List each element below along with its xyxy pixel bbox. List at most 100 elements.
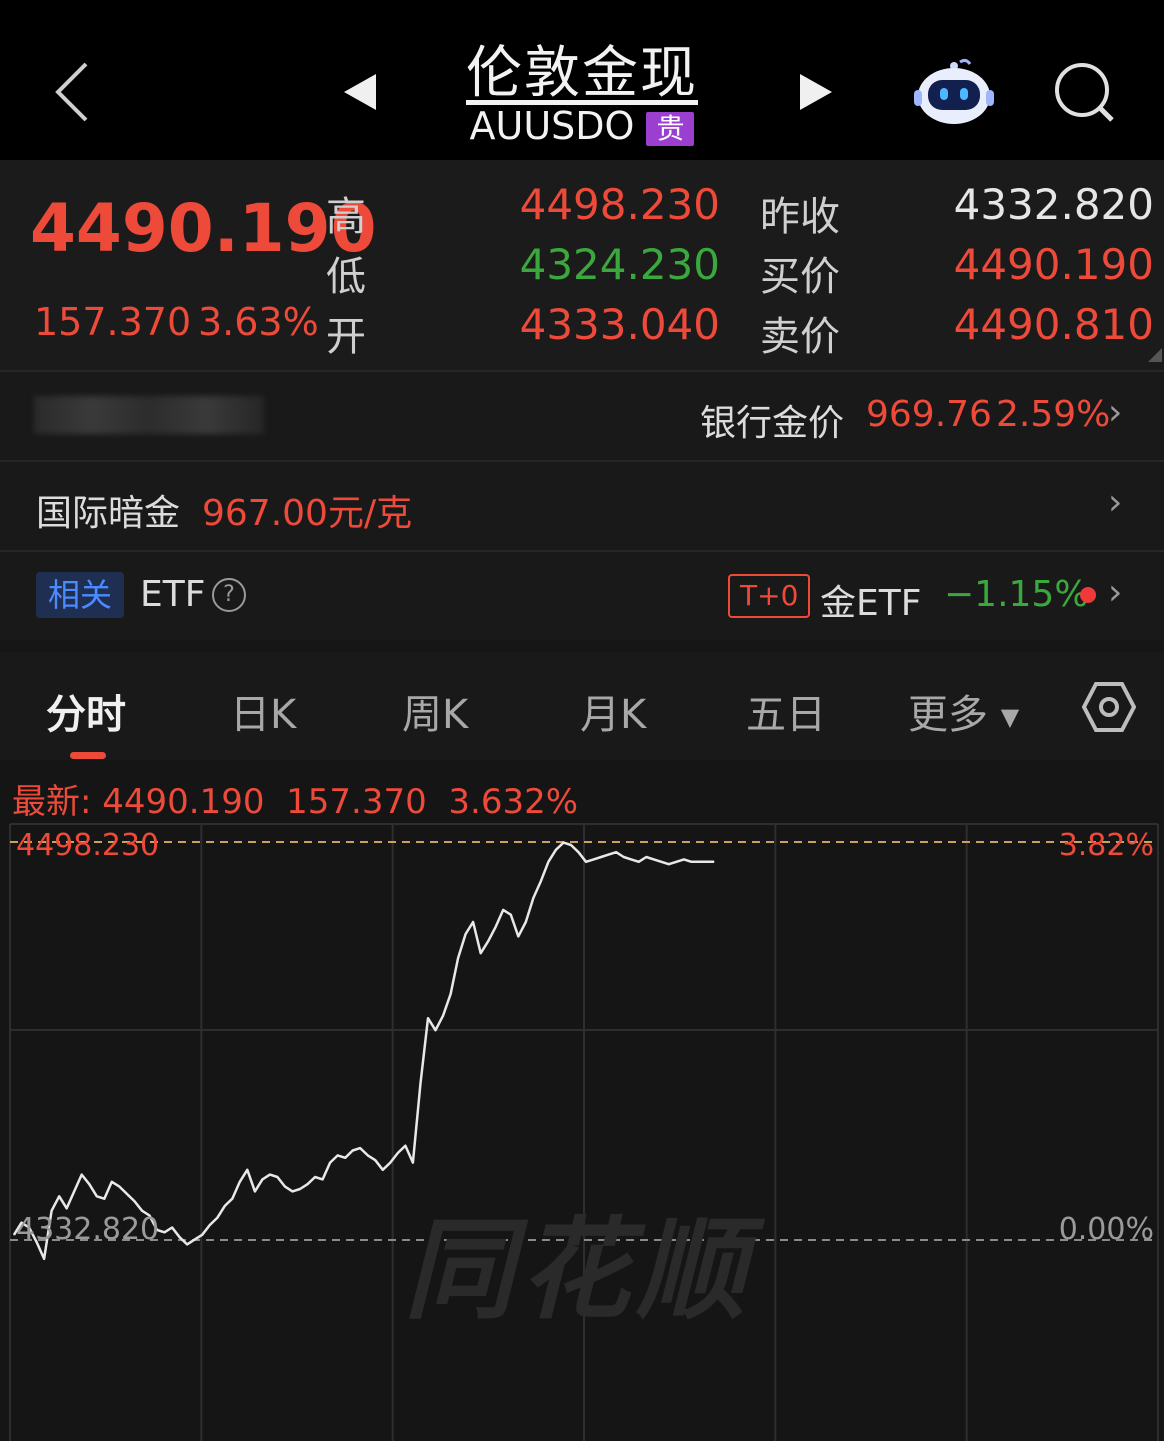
next-stock-icon[interactable] — [796, 72, 836, 116]
price-point — [668, 863, 670, 865]
price-point — [517, 935, 519, 937]
price-point — [224, 1205, 226, 1207]
price-point — [698, 861, 700, 863]
price-point — [623, 856, 625, 858]
tab-five-day[interactable]: 五日 — [746, 682, 826, 740]
price-point — [73, 1190, 75, 1192]
price-point — [487, 940, 489, 942]
price-point — [442, 1015, 444, 1017]
price-point — [585, 861, 587, 863]
bank-gold-price: 969.76 — [866, 394, 992, 435]
price-point — [201, 1234, 203, 1236]
price-point — [683, 858, 685, 860]
price-point — [525, 921, 527, 923]
precious-metal-badge: 贵 — [646, 111, 695, 146]
tab-daily-k[interactable]: 日K — [230, 682, 296, 740]
price-point — [593, 858, 595, 860]
price-point — [359, 1147, 361, 1149]
price-point — [532, 897, 535, 899]
price-point — [480, 952, 482, 954]
max-price-label: 4498.230 — [16, 828, 160, 863]
prev-close-label: 昨收 — [760, 194, 840, 240]
live-dot — [1080, 587, 1096, 603]
tab-intraday[interactable]: 分时 — [46, 682, 126, 740]
search-icon[interactable] — [1052, 60, 1118, 130]
latest-pct: 3.632% — [448, 782, 579, 822]
price-point — [209, 1224, 211, 1226]
price-point — [660, 861, 662, 863]
price-point — [306, 1183, 309, 1185]
price-point — [314, 1176, 316, 1178]
bid-value: 4490.190 — [953, 240, 1154, 289]
price-point — [389, 1162, 391, 1164]
latest-price: 4490.190 — [102, 782, 265, 822]
help-icon[interactable]: ? — [212, 578, 246, 612]
latest-info: 最新: 4490.190 157.370 3.632% — [12, 774, 578, 823]
price-point — [126, 1193, 128, 1195]
price-point — [111, 1181, 113, 1183]
price-point — [96, 1195, 98, 1197]
price-point — [171, 1226, 173, 1229]
price-point — [570, 844, 572, 846]
tab-more[interactable]: 更多 ▼ — [908, 682, 1019, 740]
price-point — [322, 1178, 324, 1180]
price-point — [465, 933, 467, 935]
watermark-logo: 同花顺 — [404, 1206, 752, 1334]
price-point — [434, 1029, 437, 1031]
chevron-right-icon[interactable]: › — [1108, 572, 1122, 613]
price-point — [118, 1186, 120, 1188]
chevron-right-icon[interactable]: › — [1108, 482, 1122, 523]
active-tab-indicator — [70, 752, 106, 759]
ask-value: 4490.810 — [953, 300, 1154, 349]
price-point — [374, 1159, 376, 1161]
price-point — [246, 1169, 248, 1171]
tab-weekly-k[interactable]: 周K — [402, 682, 468, 740]
price-point — [397, 1152, 399, 1154]
price-point — [615, 851, 617, 853]
price-point — [600, 856, 602, 858]
price-point — [419, 1082, 422, 1084]
tab-monthly-k[interactable]: 月K — [580, 682, 646, 740]
low-label: 低 — [326, 254, 366, 300]
ask-label: 卖价 — [760, 314, 840, 360]
price-point — [705, 861, 708, 863]
price-point — [216, 1217, 218, 1219]
price-point — [450, 993, 452, 995]
price-point — [608, 854, 610, 856]
price-point — [547, 861, 550, 863]
price-point — [58, 1195, 60, 1197]
base-price-label: 4332.820 — [16, 1212, 160, 1247]
price-point — [269, 1174, 271, 1176]
max-pct-label: 3.82% — [1058, 828, 1154, 863]
price-point — [88, 1183, 90, 1185]
high-value: 4498.230 — [519, 180, 720, 229]
expand-corner-icon[interactable] — [1148, 348, 1162, 362]
price-point — [133, 1200, 135, 1202]
chevron-right-icon[interactable]: › — [1108, 392, 1122, 433]
robot-assistant-icon[interactable] — [912, 56, 996, 132]
latest-label: 最新: — [12, 782, 92, 822]
prev-close-value: 4332.820 — [953, 180, 1154, 229]
price-point — [261, 1178, 263, 1180]
price-point — [43, 1258, 45, 1260]
price-point — [540, 880, 542, 882]
bank-gold-label: 银行金价 — [700, 403, 845, 444]
stock-code: AUUSDO — [469, 104, 635, 148]
price-point — [638, 861, 640, 863]
blurred-ad-text — [34, 396, 264, 434]
open-label: 开 — [326, 314, 366, 360]
intraday-chart — [9, 823, 1159, 1441]
related-badge: 相关 — [36, 572, 125, 618]
price-point — [713, 861, 715, 863]
price-point — [555, 849, 557, 851]
price-point — [337, 1154, 339, 1156]
settings-hexagon-icon[interactable] — [1081, 682, 1137, 736]
price-point — [13, 1234, 15, 1236]
price-point — [239, 1181, 241, 1183]
price-point — [367, 1154, 369, 1156]
price-point — [276, 1176, 278, 1178]
intl-dark-gold-price: 967.00元/克 — [202, 493, 413, 534]
etf-label: ETF — [140, 574, 206, 615]
t0-badge: T+0 — [728, 574, 811, 618]
price-point — [284, 1186, 286, 1188]
